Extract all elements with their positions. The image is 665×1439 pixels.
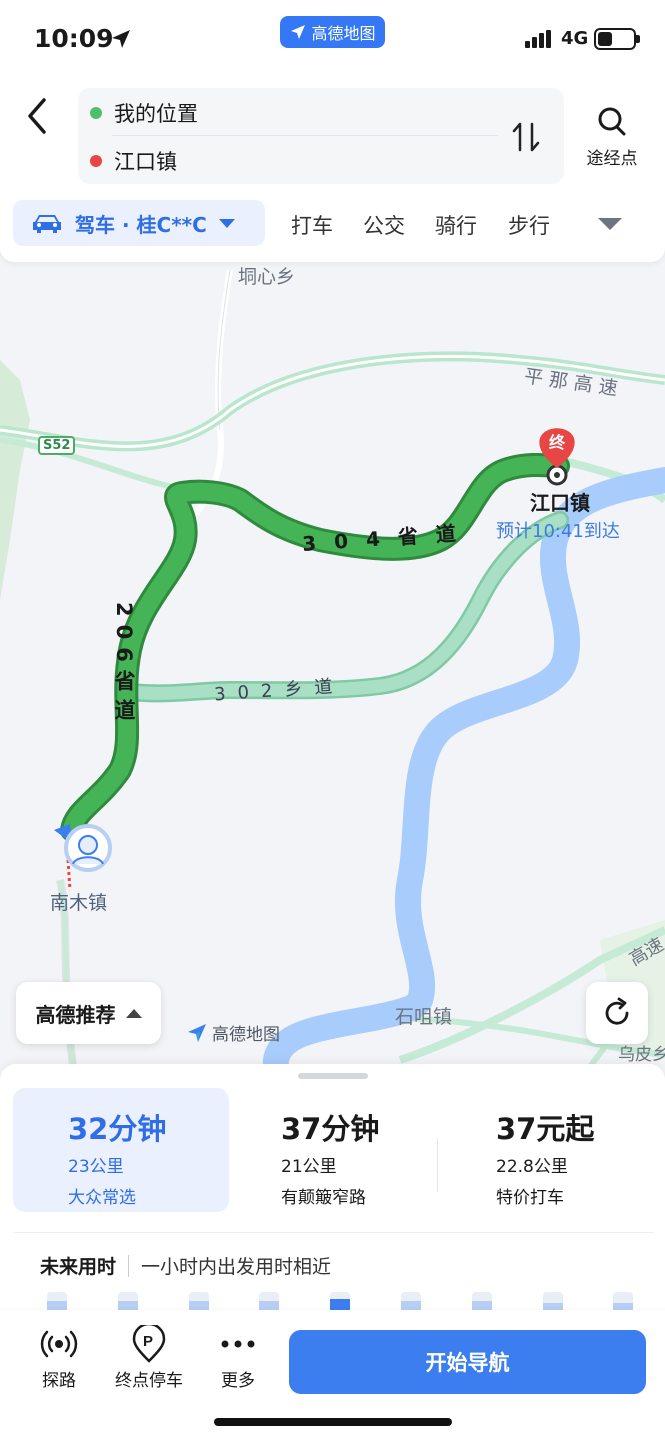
location-arrow-icon bbox=[112, 30, 130, 48]
broadcast-icon bbox=[40, 1330, 78, 1358]
map-logo-label: 高德地图 bbox=[212, 1025, 280, 1045]
end-point-row[interactable]: 江口镇 bbox=[90, 146, 177, 176]
future-time-bars bbox=[0, 1292, 665, 1312]
map-logo: 高德地图 bbox=[186, 1020, 280, 1045]
destination-parking-button[interactable]: P 终点停车 bbox=[108, 1325, 190, 1391]
signal-icon bbox=[525, 30, 551, 48]
travel-mode-tabs: 驾车 · 桂C**C 打车 公交 骑行 步行 bbox=[0, 200, 665, 248]
refresh-icon bbox=[605, 997, 629, 1025]
battery-level bbox=[598, 32, 612, 46]
route-option-1-duration: 32分钟 bbox=[68, 1112, 167, 1146]
more-dots-icon bbox=[221, 1340, 255, 1348]
map-label-s52: S52 bbox=[38, 436, 76, 455]
more-label: 更多 bbox=[221, 1371, 255, 1391]
map-label-shiju: 石咀镇 bbox=[395, 1006, 453, 1028]
parking-pin-icon: P bbox=[132, 1325, 166, 1363]
route-input-box: 我的位置 江口镇 bbox=[78, 88, 564, 184]
network-type: 4G bbox=[561, 28, 589, 49]
search-icon bbox=[598, 107, 626, 136]
future-time-desc: 一小时内出发用时相近 bbox=[141, 1256, 332, 1278]
more-button[interactable]: 更多 bbox=[198, 1326, 278, 1391]
route-option-1-distance: 23公里 bbox=[68, 1157, 124, 1177]
start-navigation-label: 开始导航 bbox=[425, 1351, 510, 1375]
map-label-eta: 预计10:41到达 bbox=[496, 521, 620, 542]
route-divider bbox=[112, 135, 498, 136]
future-time-bar[interactable] bbox=[330, 1292, 350, 1312]
tab-drive[interactable]: 驾车 · 桂C**C bbox=[13, 200, 265, 246]
map-label-origin-town: 南木镇 bbox=[50, 892, 108, 914]
future-time-bar[interactable] bbox=[259, 1292, 279, 1312]
route-option-3-tag: 特价打车 bbox=[496, 1188, 564, 1208]
back-arrow-icon[interactable] bbox=[22, 96, 52, 136]
brand-pill[interactable]: 高德地图 bbox=[280, 16, 385, 48]
waypoint-button[interactable]: 途经点 bbox=[582, 106, 642, 169]
option-divider bbox=[437, 1138, 438, 1192]
home-indicator[interactable] bbox=[214, 1418, 452, 1426]
end-dot-icon bbox=[90, 155, 102, 167]
future-time-bar[interactable] bbox=[189, 1292, 209, 1312]
recommend-button[interactable]: 高德推荐 bbox=[16, 982, 161, 1044]
route-option-2-tag: 有颠簸窄路 bbox=[281, 1188, 366, 1208]
future-time-row[interactable]: 未来用时 一小时内出发用时相近 bbox=[40, 1252, 331, 1279]
tanlu-button[interactable]: 探路 bbox=[19, 1326, 99, 1391]
start-point-row[interactable]: 我的位置 bbox=[90, 98, 198, 128]
future-time-bar[interactable] bbox=[543, 1292, 563, 1312]
future-time-bar[interactable] bbox=[118, 1292, 138, 1312]
sheet-divider bbox=[13, 1232, 653, 1233]
amap-logo-icon bbox=[188, 1023, 206, 1042]
chevron-up-icon bbox=[125, 1008, 142, 1018]
battery-icon bbox=[594, 28, 640, 50]
status-bar: 10:09 高德地图 4G bbox=[0, 0, 665, 70]
route-option-1-tag: 大众常选 bbox=[68, 1188, 136, 1208]
waypoint-label: 途经点 bbox=[586, 149, 638, 169]
start-point-label: 我的位置 bbox=[114, 102, 198, 126]
route-option-2-distance: 21公里 bbox=[281, 1157, 337, 1177]
tab-bus[interactable]: 公交 bbox=[363, 210, 405, 240]
more-modes-chevron-icon[interactable] bbox=[598, 218, 622, 230]
tab-bike[interactable]: 骑行 bbox=[435, 210, 477, 240]
car-icon bbox=[33, 215, 61, 233]
future-time-title: 未来用时 bbox=[40, 1256, 117, 1278]
end-point-label: 江口镇 bbox=[114, 150, 177, 174]
swap-icon[interactable] bbox=[510, 120, 542, 154]
destination-parking-label: 终点停车 bbox=[115, 1371, 183, 1391]
start-dot-icon bbox=[90, 107, 102, 119]
svg-text:P: P bbox=[143, 1333, 153, 1350]
bottom-action-bar: 探路 P 终点停车 更多 开始导航 bbox=[0, 1310, 665, 1439]
refresh-button[interactable] bbox=[586, 982, 648, 1044]
tanlu-label: 探路 bbox=[42, 1371, 76, 1391]
route-option-3[interactable]: 37元起 22.8公里 特价打车 bbox=[440, 1088, 650, 1212]
future-time-separator bbox=[128, 1254, 130, 1277]
sheet-handle[interactable] bbox=[298, 1073, 368, 1079]
status-time: 10:09 bbox=[34, 24, 114, 53]
map-label-road-206: 206省道 bbox=[112, 602, 136, 728]
route-option-1[interactable]: 32分钟 23公里 大众常选 bbox=[13, 1088, 229, 1212]
future-time-bar[interactable] bbox=[401, 1292, 421, 1312]
map-label-dest-town: 江口镇 bbox=[530, 491, 590, 515]
future-time-bar[interactable] bbox=[472, 1292, 492, 1312]
tab-drive-label: 驾车 · 桂C**C bbox=[75, 212, 207, 237]
map-label-tongxin: 垌心乡 bbox=[238, 266, 296, 288]
recommend-label: 高德推荐 bbox=[35, 1002, 116, 1027]
tab-walk[interactable]: 步行 bbox=[508, 210, 550, 240]
destination-marker-label: 终 bbox=[549, 433, 566, 452]
future-time-bar[interactable] bbox=[47, 1292, 67, 1312]
route-option-3-distance: 22.8公里 bbox=[496, 1157, 568, 1177]
route-panel: 我的位置 江口镇 途经点 驾车 · 桂C**C 打车 公交 骑行 步行 bbox=[0, 70, 665, 262]
tab-taxi[interactable]: 打车 bbox=[291, 210, 333, 240]
chevron-down-icon bbox=[218, 218, 235, 228]
amap-logo-icon bbox=[291, 25, 306, 39]
future-time-bar[interactable] bbox=[613, 1292, 633, 1312]
route-option-2[interactable]: 37分钟 21公里 有颠簸窄路 bbox=[240, 1088, 430, 1212]
brand-pill-label: 高德地图 bbox=[311, 24, 376, 43]
route-option-2-duration: 37分钟 bbox=[281, 1112, 380, 1146]
route-option-3-price: 37元起 bbox=[496, 1112, 595, 1146]
start-navigation-button[interactable]: 开始导航 bbox=[289, 1330, 646, 1394]
